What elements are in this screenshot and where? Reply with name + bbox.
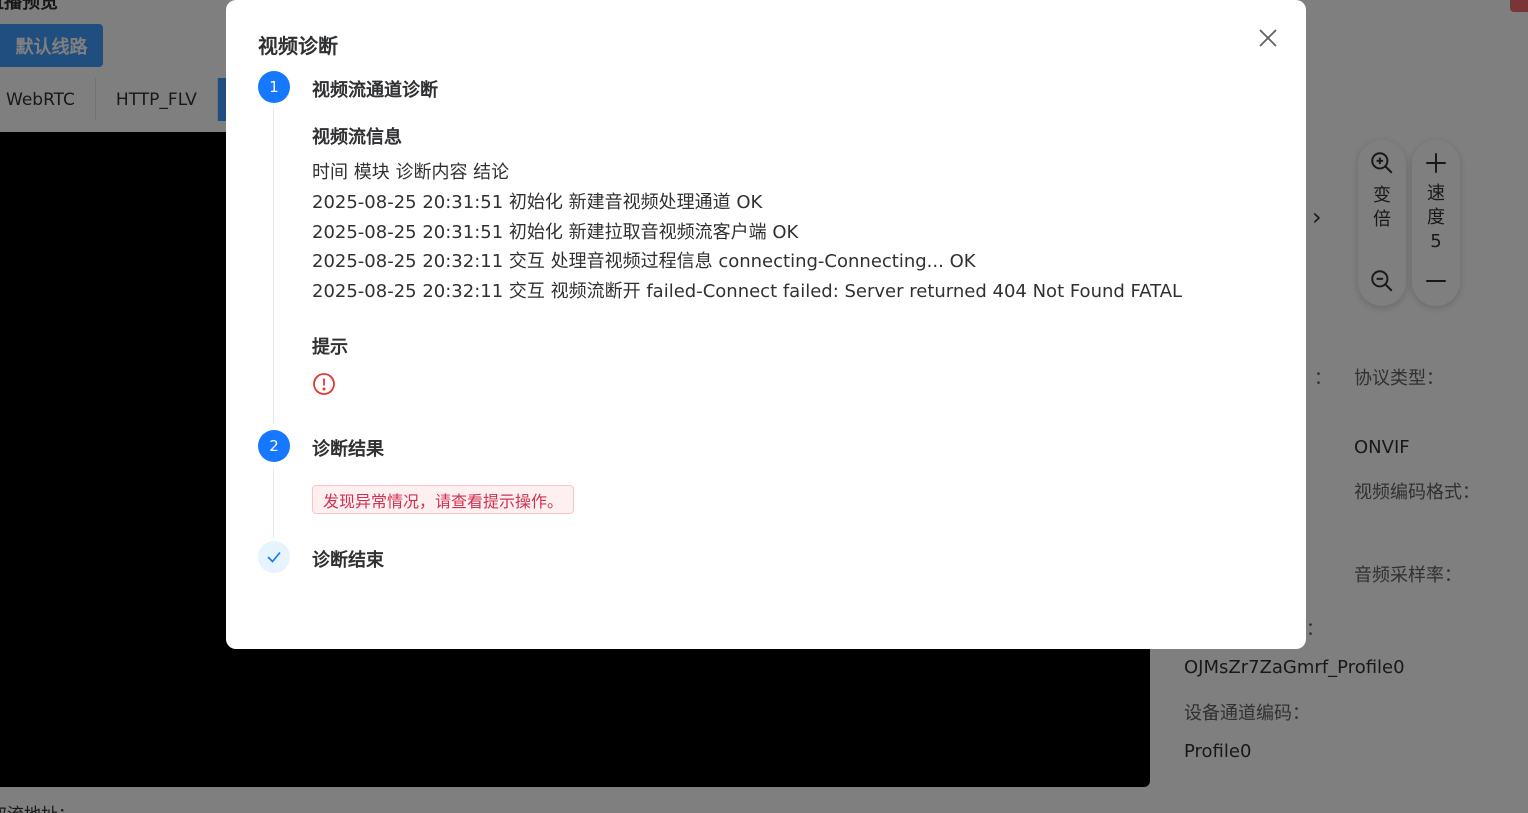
warning-icon [313,373,335,395]
step-connector-2 [273,468,274,538]
log-row: 2025-08-25 20:31:51 初始化 新建音视频处理通道 OK [312,192,763,213]
log-row: 2025-08-25 20:32:11 交互 视频流断开 failed-Conn… [312,281,1183,302]
stream-info-title: 视频流信息 [312,127,402,148]
step-3-check [258,541,290,573]
step-2-title: 诊断结果 [312,439,384,460]
dialog-title: 视频诊断 [258,34,338,58]
close-icon[interactable] [1256,26,1280,50]
step-1-title: 视频流通道诊断 [312,80,438,101]
check-icon [267,551,281,563]
tips-title: 提示 [312,337,348,358]
video-diagnosis-dialog: 视频诊断 1 视频流通道诊断 视频流信息 时间 模块 诊断内容 结论 2025-… [226,0,1306,649]
step-3-title: 诊断结束 [312,550,384,571]
log-row: 2025-08-25 20:31:51 初始化 新建拉取音视频流客户端 OK [312,222,799,243]
step-2-number: 2 [258,430,290,462]
step-1-number: 1 [258,71,290,103]
log-header: 时间 模块 诊断内容 结论 [312,162,510,183]
log-row: 2025-08-25 20:32:11 交互 处理音视频过程信息 connect… [312,251,976,272]
step-connector-1 [273,108,274,424]
result-error-tag: 发现异常情况，请查看提示操作。 [312,485,575,514]
